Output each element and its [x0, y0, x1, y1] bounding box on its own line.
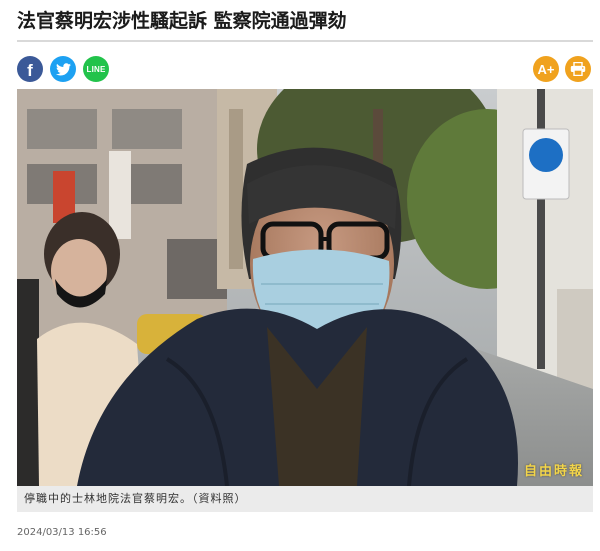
twitter-icon: [55, 62, 71, 75]
photo-caption: 停職中的士林地院法官蔡明宏。（資料照）: [17, 486, 593, 512]
twitter-share-button[interactable]: [50, 56, 76, 82]
line-share-button[interactable]: LINE: [83, 56, 109, 82]
article-title: 法官蔡明宏涉性騷起訴 監察院通過彈劾: [17, 10, 347, 32]
font-size-button[interactable]: A+: [533, 56, 559, 82]
title-divider: [17, 40, 593, 42]
share-bar: f LINE: [17, 56, 109, 82]
article-tools: A+: [533, 56, 591, 82]
photo-watermark: 自由時報: [523, 464, 584, 479]
print-button[interactable]: [565, 56, 591, 82]
print-icon: [570, 62, 586, 76]
article-photo: 自由時報: [17, 89, 593, 486]
line-icon: LINE: [86, 64, 106, 74]
facebook-icon: f: [27, 60, 33, 80]
photo-image: [17, 89, 593, 486]
font-size-icon: A+: [537, 61, 555, 77]
facebook-share-button[interactable]: f: [17, 56, 43, 82]
publish-timestamp: 2024/03/13 16:56: [17, 527, 107, 538]
